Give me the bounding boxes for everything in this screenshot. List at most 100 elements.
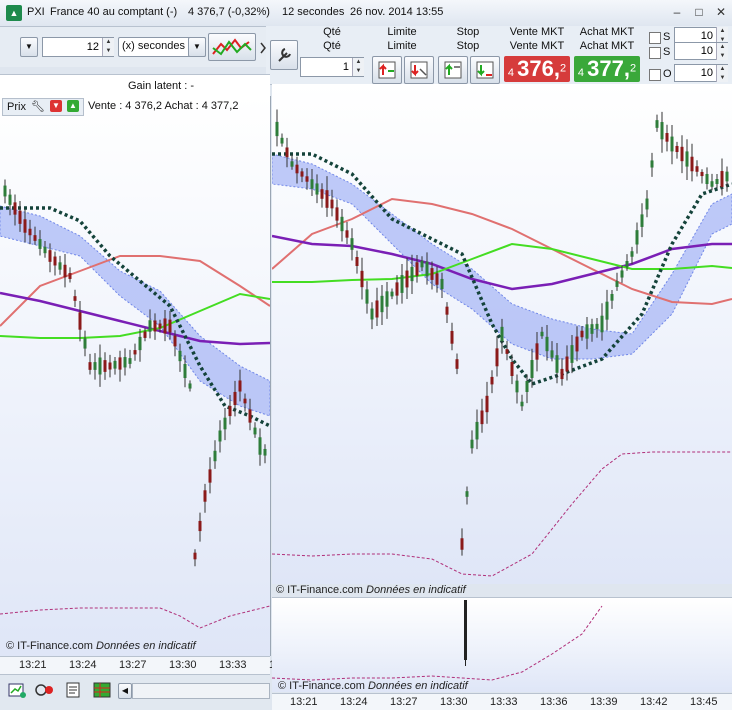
buy-price-main: 377,	[587, 56, 630, 81]
candle-body	[8, 194, 12, 205]
candle-body	[375, 300, 379, 318]
link-settings-icon[interactable]	[34, 681, 56, 699]
candle-body	[425, 261, 429, 277]
left-toolbar: ▼ ▲▼ (x) secondes ▼	[0, 27, 270, 67]
stop-buy-button[interactable]	[438, 56, 468, 84]
buy-market-button[interactable]: 4 377,2	[574, 56, 640, 82]
candle-body	[460, 538, 464, 550]
close-button[interactable]: ✕	[712, 4, 730, 20]
left-chart-panel[interactable]: Prix 🔧︎ ▼ ▲ Vente : 4 376,2 Achat : 4 37…	[0, 96, 271, 656]
table-grid-icon[interactable]	[92, 681, 112, 699]
limit-buy-button[interactable]	[372, 56, 402, 84]
right-time-axis: 13:21 13:24 13:27 13:30 13:33 13:36 13:39 13:42…	[272, 693, 732, 710]
restore-button[interactable]: □	[690, 4, 708, 20]
settings-wrench-button[interactable]	[270, 40, 298, 70]
right-chart-panel[interactable]: © IT-Finance.com Données en indicatif	[272, 84, 732, 596]
checkbox-o[interactable]	[649, 69, 661, 81]
title-symbol: PXI	[27, 6, 45, 18]
candle-body	[263, 448, 267, 456]
candle-body	[720, 171, 724, 187]
minimize-button[interactable]: –	[668, 4, 686, 20]
checkbox-s2[interactable]	[649, 47, 661, 59]
stop-sell-button[interactable]	[470, 56, 500, 84]
candle-body	[380, 295, 384, 313]
right-time-tick: 13:33	[490, 696, 518, 708]
right-copyright-bottom: © IT-Finance.com Données en indicatif	[278, 680, 468, 692]
candle-body	[218, 430, 222, 442]
candle-body	[455, 359, 459, 369]
candle-body	[575, 336, 579, 352]
period-spinner[interactable]: ▲ ▼	[102, 38, 114, 56]
candle-body	[395, 282, 399, 296]
left-time-tick: 13:21	[19, 659, 47, 671]
chevron-down-icon[interactable]: ▼	[20, 37, 38, 57]
candle-body	[400, 275, 404, 293]
candle-body	[248, 409, 252, 423]
candle-body	[193, 552, 197, 560]
chevron-down-icon[interactable]: ▼	[188, 37, 206, 57]
candle-body	[665, 133, 669, 142]
right-volume-panel[interactable]: © IT-Finance.com Données en indicatif	[272, 597, 732, 692]
candle-body	[198, 520, 202, 532]
candle-body	[535, 343, 539, 360]
checkbox-s1[interactable]	[649, 32, 661, 44]
candle-body	[655, 120, 659, 128]
candle-body	[48, 250, 52, 262]
volume-envelope	[272, 451, 732, 577]
volume-chart[interactable]	[272, 598, 732, 692]
qty-spinner[interactable]: ▲ ▼	[352, 58, 364, 76]
stop-sell-icon	[476, 61, 494, 79]
candle-body	[173, 335, 177, 347]
scroll-left-button[interactable]: ◀	[118, 683, 132, 699]
candle-body	[53, 256, 57, 266]
horizontal-scrollbar[interactable]	[132, 683, 270, 699]
candle-body	[365, 289, 369, 304]
candle-body	[68, 273, 72, 279]
candle-body	[435, 273, 439, 285]
candle-body	[695, 166, 699, 172]
candle-body	[560, 368, 564, 380]
candle-body	[570, 345, 574, 363]
candle-body	[108, 362, 112, 370]
candle-body	[675, 145, 679, 153]
buy-price-suffix: 2	[629, 62, 637, 75]
right-price-chart[interactable]	[272, 84, 732, 584]
candle-body	[153, 320, 157, 332]
sell-market-button[interactable]: 4 376,2	[504, 56, 570, 82]
title-price: 4 376,7 (-0,32%)	[188, 6, 270, 18]
right-time-tick: 13:45	[690, 696, 718, 708]
limit-sell-button[interactable]	[404, 56, 434, 84]
opt-spinner-2[interactable]: ▲ ▼	[716, 43, 728, 60]
sell-price-main: 376,	[517, 56, 560, 81]
candle-body	[670, 136, 674, 152]
candle-body	[725, 171, 729, 182]
left-time-tick: 13:30	[169, 659, 197, 671]
document-icon[interactable]	[64, 681, 82, 699]
candle-body	[253, 427, 257, 435]
stop-buy-icon	[444, 61, 462, 79]
chart-add-icon[interactable]	[8, 681, 28, 699]
candle-body	[390, 291, 394, 297]
candle-body	[295, 164, 299, 174]
buy-price-prefix: 4	[577, 67, 585, 79]
candle-body	[710, 181, 714, 187]
candle-body	[640, 214, 644, 227]
left-chart-header: Gain latent : -	[0, 74, 270, 97]
limit-buy-icon	[378, 61, 396, 79]
candle-body	[158, 323, 162, 329]
indicator-chart-button[interactable]	[208, 33, 256, 61]
opt-spinner-3[interactable]: ▲ ▼	[716, 65, 728, 82]
left-copyright-note: Données en indicatif	[96, 640, 196, 652]
candle-body	[178, 350, 182, 362]
candle-body	[88, 362, 92, 370]
left-price-chart[interactable]	[0, 96, 270, 656]
candle-body	[138, 336, 142, 351]
candle-body	[305, 176, 309, 182]
opt-o-label: O	[663, 68, 672, 80]
candle-body	[605, 301, 609, 320]
candle-body	[505, 349, 509, 354]
candle-body	[370, 308, 374, 320]
candle-body	[223, 417, 227, 430]
candle-body	[590, 324, 594, 334]
title-interval: 12 secondes	[282, 6, 345, 18]
